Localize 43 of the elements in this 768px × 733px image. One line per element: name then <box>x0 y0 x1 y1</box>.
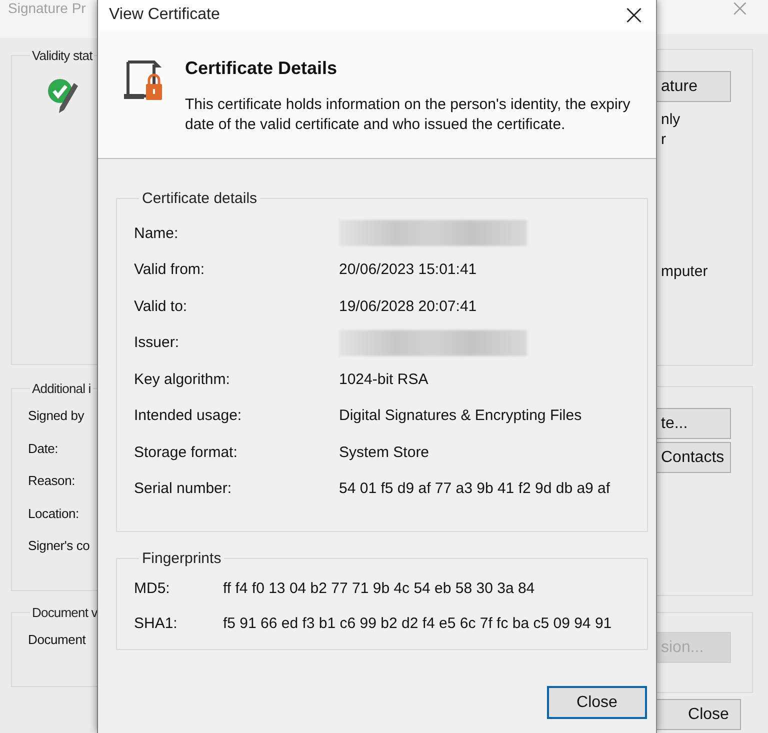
close-button[interactable]: Close <box>657 699 741 730</box>
button[interactable]: te... <box>657 408 731 439</box>
group-label: Validity stat <box>31 48 94 63</box>
field-label: MD5: <box>134 580 171 597</box>
field-label: Key algorithm: <box>134 370 231 388</box>
window-title: View Certificate <box>109 6 220 24</box>
field-label: Valid from: <box>134 261 206 278</box>
field-label: Valid to: <box>134 298 188 315</box>
field-value: 20/06/2023 15:01:41 <box>339 261 477 278</box>
label-text: r <box>660 130 667 150</box>
field-value: 54 01 f5 d9 af 77 a3 9b 41 f2 9d db a9 af <box>339 480 610 498</box>
close-button[interactable]: × <box>612 1 656 29</box>
field-label: Date: <box>27 440 60 458</box>
dialog-description: This certificate holds information on the person's identity, the expiry date of the valid certificate and who issued the certificate. <box>185 95 632 135</box>
group-label: Additional i <box>31 381 92 396</box>
label-text: mputer <box>660 262 709 282</box>
field-value: 1024-bit RSA <box>339 370 428 388</box>
field-label: Intended usage: <box>134 407 243 424</box>
dialog-heading: Certificate Details <box>185 58 338 79</box>
field-label: Document <box>27 631 87 649</box>
field-value: Digital Signatures & Encrypting Files <box>339 407 582 424</box>
field-value: f5 91 66 ed f3 b1 c6 99 b2 d2 f4 e5 6c 7f fc ba c5 09 94 91 <box>223 615 612 632</box>
button[interactable]: Contacts <box>657 442 731 473</box>
field-label: Storage format: <box>134 444 238 461</box>
field-label: Signed by <box>27 407 86 425</box>
field-value: ff f4 f0 13 04 b2 77 71 9b 4c 54 eb 58 30 3a 84 <box>223 580 535 597</box>
field-label: Location: <box>27 504 80 522</box>
group-label: Certificate details <box>141 190 258 207</box>
certificate-lock-icon <box>122 58 164 102</box>
close-button[interactable]: Close <box>547 686 647 719</box>
field-label: Signer's co <box>27 537 91 555</box>
button[interactable]: ature <box>657 71 731 102</box>
window-title: Signature Pr <box>8 0 86 16</box>
field-label: Issuer: <box>134 334 180 352</box>
field-label: Name: <box>134 224 180 242</box>
group-label: Fingerprints <box>141 550 222 567</box>
field-label: Serial number: <box>134 480 233 498</box>
label-text: nly <box>660 110 682 130</box>
field-label: Reason: <box>27 472 76 490</box>
field-value: 19/06/2028 20:07:41 <box>339 298 477 315</box>
group-label: Document v <box>31 605 97 620</box>
field-label: SHA1: <box>134 615 178 632</box>
field-value: System Store <box>339 444 430 461</box>
